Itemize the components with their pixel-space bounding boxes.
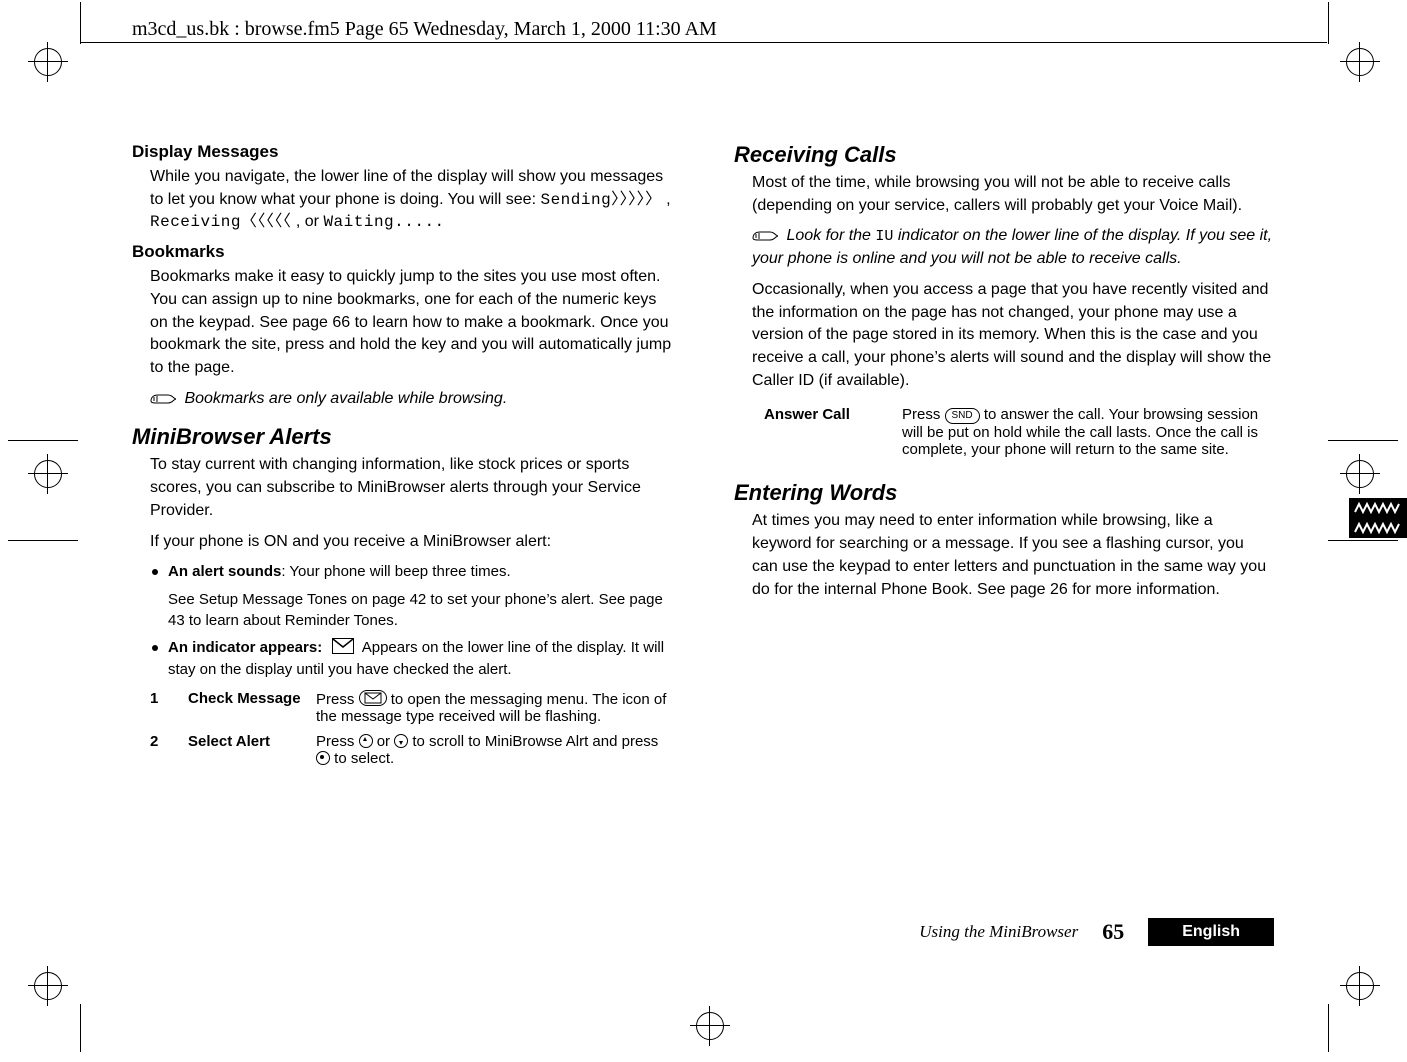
def-term: Answer Call xyxy=(764,406,884,458)
hairline xyxy=(1328,440,1398,441)
nav-down-icon xyxy=(394,734,408,748)
note-text: Bookmarks are only available while brows… xyxy=(184,390,507,407)
reg-mark-mid-left xyxy=(34,460,62,488)
www-flag-icon xyxy=(1349,498,1407,538)
answer-call-row: Answer Call Press SND to answer the call… xyxy=(764,406,1274,458)
def-text: Press SND to answer the call. Your brows… xyxy=(902,406,1274,458)
hairline xyxy=(8,440,78,441)
reg-mark-top-left xyxy=(34,48,62,76)
text: or xyxy=(377,733,395,750)
text: Press xyxy=(316,733,359,750)
running-header: m3cd_us.bk : browse.fm5 Page 65 Wednesda… xyxy=(132,18,717,41)
steps-table: 1 Check Message Press to open the messag… xyxy=(132,690,672,767)
heading-display-messages: Display Messages xyxy=(132,142,672,162)
heading-bookmarks: Bookmarks xyxy=(132,242,672,262)
pointing-hand-icon xyxy=(752,229,778,243)
bullet-indicator-appears: An indicator appears: Appears on the low… xyxy=(150,637,672,680)
reg-mark-bot-left xyxy=(34,972,62,1000)
step-text: Press or to scroll to MiniBrowse Alrt an… xyxy=(316,733,672,767)
section-minibrowser-alerts: MiniBrowser Alerts xyxy=(132,424,672,450)
para-alerts-2: If your phone is ON and you receive a Mi… xyxy=(132,531,672,554)
text: Press xyxy=(316,691,359,708)
text: to select. xyxy=(334,750,394,767)
hairline xyxy=(1328,540,1398,541)
section-entering-words: Entering Words xyxy=(734,480,1274,506)
mono-receiving: Receiving〈〈〈〈〈 xyxy=(150,213,291,231)
text: , xyxy=(666,191,670,208)
snd-key-icon: SND xyxy=(945,408,980,424)
text: Press xyxy=(902,406,945,423)
iu-indicator-icon: IU xyxy=(875,228,893,245)
para-alerts-1: To stay current with changing informatio… xyxy=(132,454,672,522)
envelope-icon xyxy=(332,638,354,654)
hairline xyxy=(80,2,81,44)
nav-up-icon xyxy=(359,734,373,748)
hairline xyxy=(80,1004,81,1052)
bullet-text: : Your phone will beep three times. xyxy=(281,563,510,580)
right-column: Receiving Calls Most of the time, while … xyxy=(734,142,1274,767)
para-entering-words: At times you may need to enter informati… xyxy=(734,510,1274,601)
bullet-strong: An alert sounds xyxy=(168,563,281,580)
step-text: Press to open the messaging menu. The ic… xyxy=(316,690,672,725)
reg-mark-bot-right xyxy=(1346,972,1374,1000)
hairline xyxy=(1328,2,1329,44)
hairline xyxy=(1328,1004,1329,1052)
hairline xyxy=(80,42,1327,43)
step-label: Check Message xyxy=(188,690,308,725)
note-bookmarks: Bookmarks are only available while brows… xyxy=(132,388,672,411)
mono-waiting: Waiting..... xyxy=(323,213,444,231)
note-receiving: Look for the IU indicator on the lower l… xyxy=(734,225,1274,270)
text: to scroll to MiniBrowse Alrt and press xyxy=(412,733,658,750)
reg-mark-mid-right xyxy=(1346,460,1374,488)
bullet-strong: An indicator appears: xyxy=(168,639,322,656)
page-footer: Using the MiniBrowser 65 English xyxy=(132,918,1274,946)
pointing-hand-icon xyxy=(150,392,176,406)
para-bookmarks: Bookmarks make it easy to quickly jump t… xyxy=(132,266,672,380)
bullet-dot-icon xyxy=(152,645,158,651)
para-display-messages: While you navigate, the lower line of th… xyxy=(132,166,672,234)
reg-mark-top-right xyxy=(1346,48,1374,76)
para-receiving-2: Occasionally, when you access a page tha… xyxy=(734,279,1274,393)
footer-title: Using the MiniBrowser xyxy=(919,922,1078,942)
note-pre: Look for the xyxy=(786,227,875,244)
footer-language-box: English xyxy=(1148,918,1274,946)
bullet-alert-sounds: An alert sounds: Your phone will beep th… xyxy=(150,561,672,631)
footer-page-number: 65 xyxy=(1102,919,1124,945)
text: , or xyxy=(296,213,324,230)
message-key-icon xyxy=(359,690,387,706)
left-column: Display Messages While you navigate, the… xyxy=(132,142,672,767)
step-label: Select Alert xyxy=(188,733,308,767)
reg-mark-bottom-center xyxy=(696,1012,724,1040)
nav-select-icon xyxy=(316,751,330,765)
para-receiving-1: Most of the time, while browsing you wil… xyxy=(734,172,1274,217)
bullet-dot-icon xyxy=(152,569,158,575)
mono-sending: Sending〉〉〉〉〉 xyxy=(540,191,661,209)
step-number: 2 xyxy=(150,733,180,767)
hairline xyxy=(8,540,78,541)
bullet-subtext: See Setup Message Tones on page 42 to se… xyxy=(168,589,672,632)
section-receiving-calls: Receiving Calls xyxy=(734,142,1274,168)
step-number: 1 xyxy=(150,690,180,725)
